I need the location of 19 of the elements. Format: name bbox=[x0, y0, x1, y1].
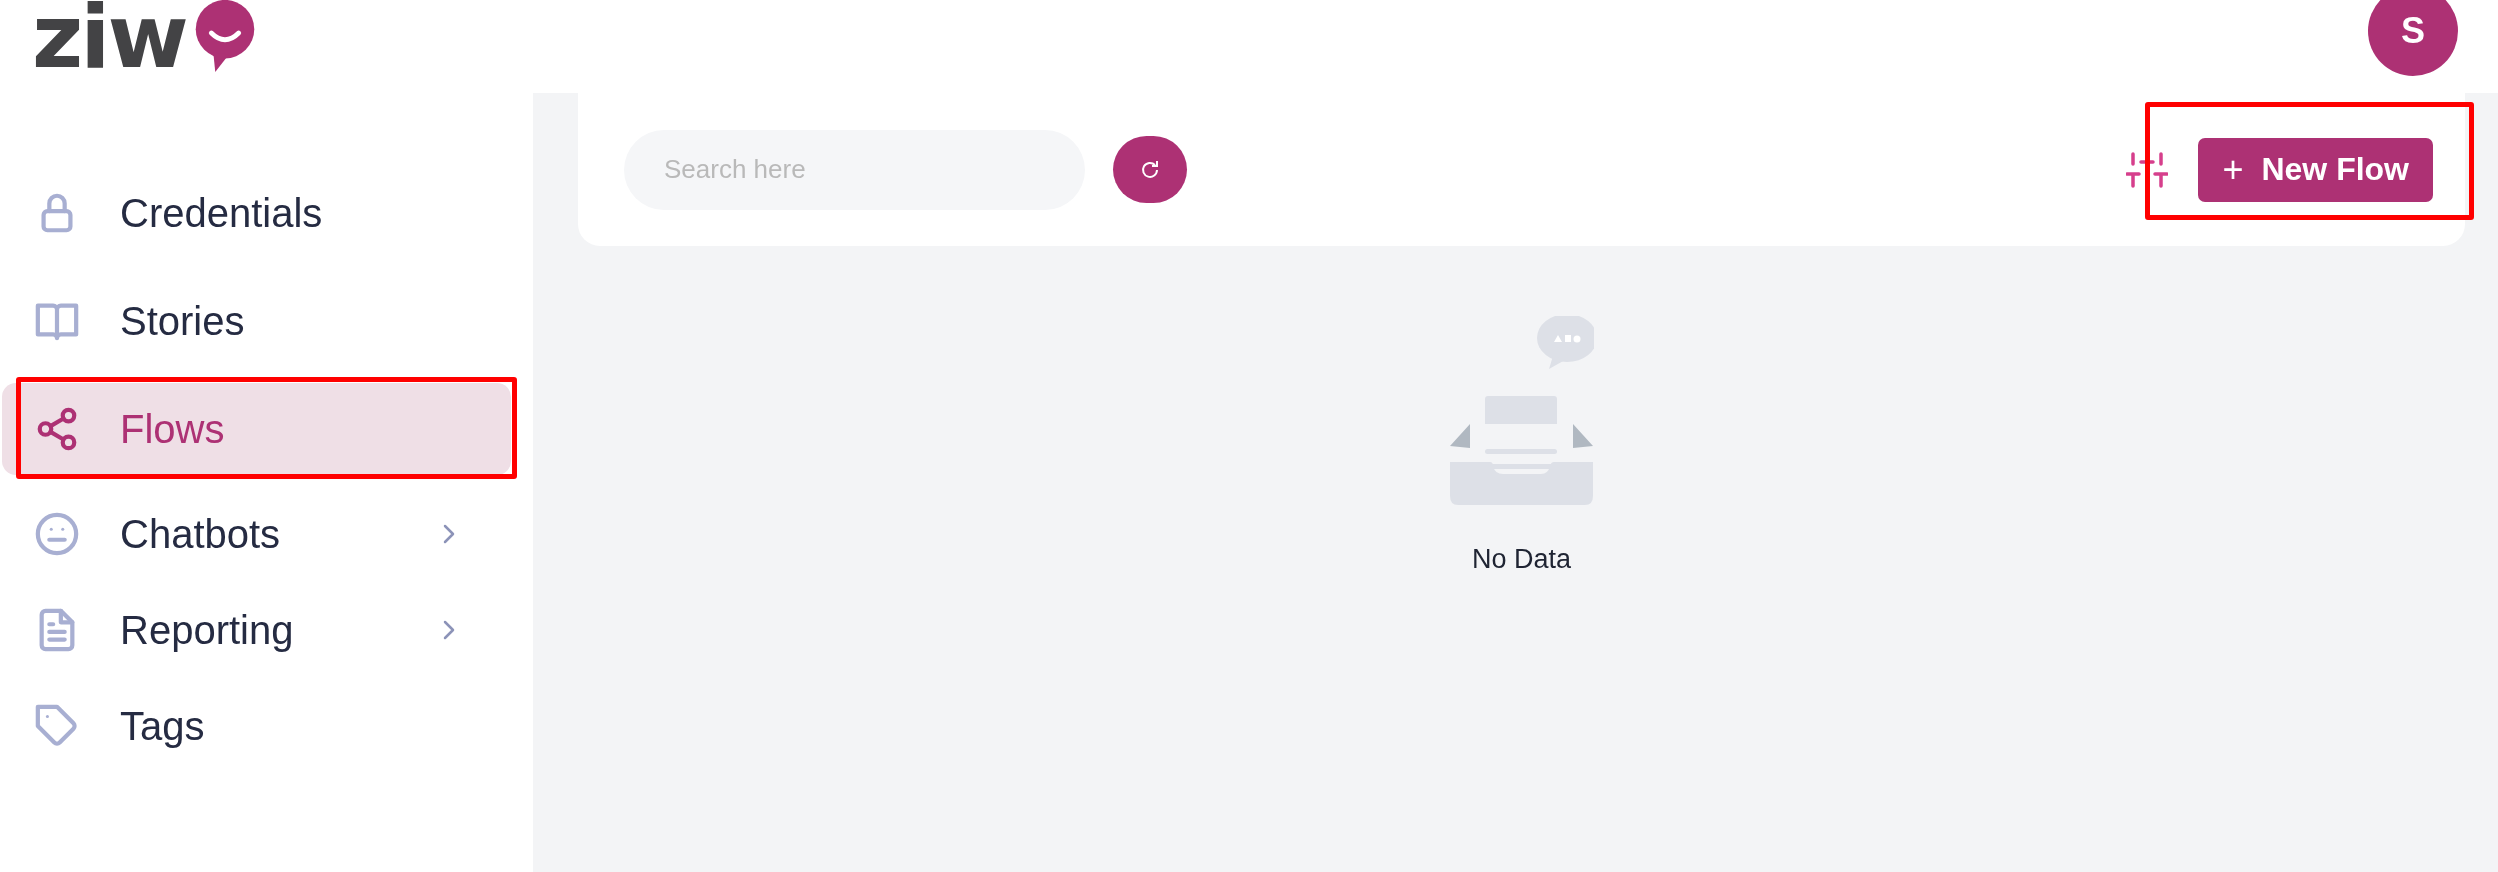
user-avatar[interactable]: S bbox=[2368, 0, 2458, 76]
sidebar-item[interactable]: Reporting bbox=[2, 587, 511, 673]
sliders-icon[interactable] bbox=[2126, 151, 2169, 188]
tag-icon bbox=[34, 703, 80, 749]
sidebar-item[interactable]: Tags bbox=[2, 683, 511, 769]
sidebar-label: Credentials bbox=[120, 190, 324, 236]
sidebar-label: Reporting bbox=[120, 607, 295, 653]
search-field[interactable]: Search here bbox=[624, 129, 1085, 210]
sidebar-item[interactable]: Chatbots bbox=[2, 491, 511, 577]
sidebar-item[interactable]: Stories bbox=[2, 275, 511, 367]
empty-message: No Data bbox=[1471, 544, 1572, 575]
sidebar-label: Chatbots bbox=[120, 511, 282, 557]
neutral-face-icon bbox=[34, 511, 80, 557]
sidebar-label: Stories bbox=[120, 298, 246, 344]
sidebar-item[interactable]: Credentials bbox=[2, 167, 511, 259]
sidebar-label: Tags bbox=[120, 703, 206, 749]
logo[interactable]: ziw bbox=[32, 0, 264, 93]
new-flow-button[interactable]: + New Flow bbox=[2198, 137, 2433, 202]
sidebar-label: Flows bbox=[120, 406, 226, 452]
